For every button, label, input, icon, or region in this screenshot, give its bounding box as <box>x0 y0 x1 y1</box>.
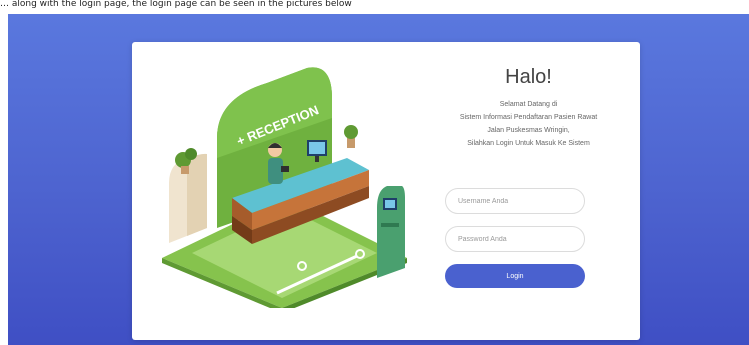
login-title: Halo! <box>505 66 552 88</box>
login-card: + RECEPTION Halo! Selamat Datang di Sist… <box>132 42 640 340</box>
password-input[interactable] <box>445 226 585 252</box>
subtitle-line: Sistem Informasi Pendaftaran Pasien Rawa… <box>459 114 598 121</box>
login-subtitle: Selamat Datang di Sistem Informasi Penda… <box>417 98 640 150</box>
page-caption: … along with the login page, the login p… <box>0 0 749 14</box>
reception-illustration: + RECEPTION <box>162 67 407 308</box>
username-input[interactable] <box>445 188 585 214</box>
login-panel: Halo! Selamat Datang di Sistem Informasi… <box>417 42 640 340</box>
login-button[interactable]: Login <box>445 264 585 288</box>
subtitle-line: Silahkan Login Untuk Masuk Ke Sistem <box>467 140 590 147</box>
subtitle-line: Jalan Puskesmas Wringin, <box>487 127 570 134</box>
subtitle-line: Selamat Datang di <box>499 101 558 108</box>
